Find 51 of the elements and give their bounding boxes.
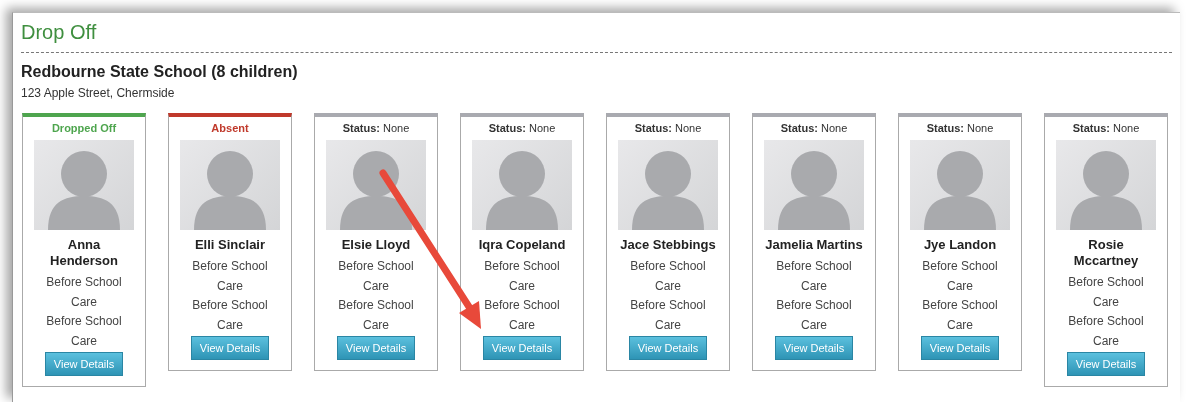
status-label: Absent bbox=[211, 122, 249, 134]
child-name: Elsie Lloyd bbox=[340, 237, 412, 253]
view-details-button[interactable]: View Details bbox=[628, 336, 708, 360]
session-text: Before School Care bbox=[337, 297, 415, 334]
session-text: Before School Care bbox=[483, 258, 561, 295]
session-text: Before School Care bbox=[191, 297, 269, 334]
session-text: Before School Care bbox=[629, 297, 707, 334]
status-label: Status: None bbox=[926, 122, 994, 134]
avatar-icon bbox=[34, 140, 134, 230]
child-name: Jamelia Martins bbox=[764, 237, 864, 253]
child-name: Anna Henderson bbox=[49, 237, 119, 269]
avatar-icon bbox=[618, 140, 718, 230]
session-text: Before School Care bbox=[1067, 274, 1145, 311]
avatar-icon bbox=[910, 140, 1010, 230]
page-title: Drop Off bbox=[21, 21, 98, 44]
session-text: Before School Care bbox=[921, 297, 999, 334]
school-name: Redbourne State School (8 children) bbox=[21, 63, 299, 81]
child-name: Jye Landon bbox=[922, 237, 998, 253]
view-details-button[interactable]: View Details bbox=[482, 336, 562, 360]
school-address: 123 Apple Street, Chermside bbox=[21, 86, 176, 100]
session-text: Before School Care bbox=[1067, 313, 1145, 350]
avatar-icon bbox=[1056, 140, 1156, 230]
view-details-button[interactable]: View Details bbox=[336, 336, 416, 360]
status-label: Status: None bbox=[488, 122, 556, 134]
view-details-button[interactable]: View Details bbox=[920, 336, 1000, 360]
session-text: Before School Care bbox=[775, 297, 853, 334]
session-text: Before School Care bbox=[775, 258, 853, 295]
child-name: Elli Sinclair bbox=[193, 237, 267, 253]
status-label: Status: None bbox=[780, 122, 848, 134]
status-label: Status: None bbox=[342, 122, 410, 134]
avatar-icon bbox=[180, 140, 280, 230]
session-text: Before School Care bbox=[483, 297, 561, 334]
session-text: Before School Care bbox=[337, 258, 415, 295]
session-text: Before School Care bbox=[629, 258, 707, 295]
session-text: Before School Care bbox=[45, 313, 123, 350]
child-name: Rosie Mccartney bbox=[1072, 237, 1140, 269]
session-text: Before School Care bbox=[191, 258, 269, 295]
child-name: Iqra Copeland bbox=[477, 237, 567, 253]
status-label: Status: None bbox=[1072, 122, 1140, 134]
view-details-button[interactable]: View Details bbox=[44, 352, 124, 376]
avatar-icon bbox=[764, 140, 864, 230]
session-text: Before School Care bbox=[921, 258, 999, 295]
avatar-icon bbox=[326, 140, 426, 230]
view-details-button[interactable]: View Details bbox=[1066, 352, 1146, 376]
session-text: Before School Care bbox=[45, 274, 123, 311]
avatar-icon bbox=[472, 140, 572, 230]
child-name: Jace Stebbings bbox=[619, 237, 717, 253]
view-details-button[interactable]: View Details bbox=[774, 336, 854, 360]
status-label: Dropped Off bbox=[51, 122, 117, 134]
view-details-button[interactable]: View Details bbox=[190, 336, 270, 360]
status-label: Status: None bbox=[634, 122, 702, 134]
